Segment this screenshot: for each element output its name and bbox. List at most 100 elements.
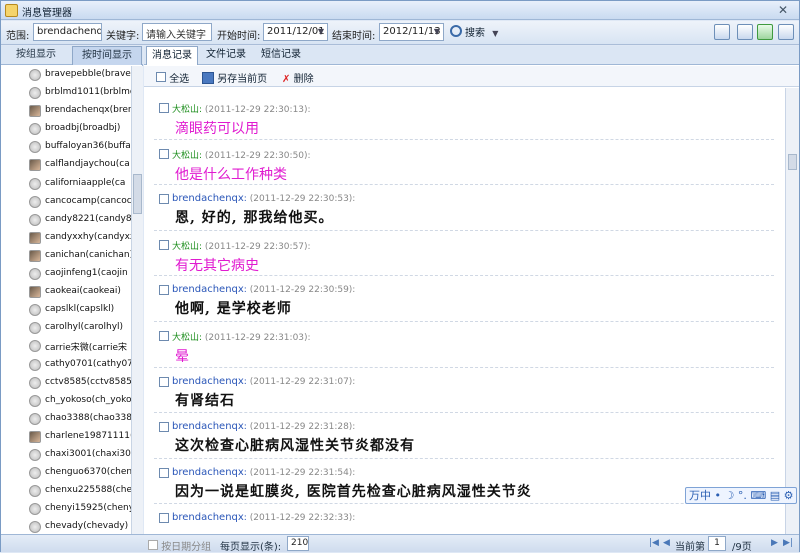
close-icon[interactable]: ✕: [773, 2, 793, 18]
delete-button[interactable]: ✗ 删除: [282, 70, 314, 85]
message-checkbox[interactable]: [159, 331, 169, 341]
scrollbar-thumb[interactable]: [133, 174, 142, 214]
search-dropdown-icon[interactable]: ▼: [492, 29, 498, 38]
avatar: [29, 521, 41, 534]
keyword-input[interactable]: 请输入关键字: [142, 23, 212, 41]
contact-name: cathy0701(cathy070: [45, 358, 131, 369]
contact-item[interactable]: charlene19871111(c: [1, 428, 131, 446]
contact-item[interactable]: chenyi15925(chenyi: [1, 500, 131, 518]
message-item: brendachenqx: (2011-12-29 22:31:54): 因为一说…: [159, 467, 769, 501]
save-page-button[interactable]: 另存当前页: [202, 70, 267, 85]
contact-item[interactable]: californiaapple(ca: [1, 175, 131, 193]
message-item: brendachenqx: (2011-12-29 22:32:33):: [159, 512, 769, 526]
avatar: [29, 340, 41, 353]
contact-item[interactable]: chenxu225588(chenx: [1, 482, 131, 500]
contact-item[interactable]: brblmd1011(brblmd1: [1, 84, 131, 102]
avatar: [29, 286, 41, 299]
contact-name: cancocamp(cancocam: [45, 195, 131, 206]
avatar: [29, 213, 41, 226]
prev-page-icon[interactable]: ◀: [663, 538, 670, 548]
export-icon[interactable]: [714, 24, 730, 40]
contact-item[interactable]: bravepebble(bravepe: [1, 66, 131, 84]
contact-item[interactable]: chenguo6370(chengu: [1, 464, 131, 482]
scrollbar-thumb[interactable]: [788, 154, 797, 170]
contact-item[interactable]: ch_yokoso(ch_yokos: [1, 392, 131, 410]
message-scrollbar[interactable]: [785, 88, 799, 534]
contact-item[interactable]: chaxi3001(chaxi300: [1, 446, 131, 464]
message-separator: [154, 457, 774, 459]
message-checkbox[interactable]: [159, 422, 169, 433]
message-checkbox[interactable]: [159, 103, 169, 113]
message-checkbox[interactable]: [159, 239, 169, 250]
search-label: 搜索: [465, 28, 485, 39]
tab-file-records[interactable]: 文件记录: [202, 46, 250, 65]
avatar: [29, 467, 41, 480]
contact-name: canichan(canichan): [45, 249, 131, 260]
contact-item[interactable]: canichan(canichan): [1, 247, 131, 265]
contact-name: caokeai(caokeai): [45, 286, 121, 297]
contact-item[interactable]: carolhyl(carolhyl): [1, 319, 131, 337]
group-by-date-checkbox[interactable]: 按日期分组: [148, 538, 211, 553]
select-all-checkbox[interactable]: 全选: [156, 70, 189, 85]
message-time: (2011-12-29 22:32:33):: [249, 513, 356, 524]
tab-by-group[interactable]: 按组显示: [1, 46, 71, 65]
per-page-input[interactable]: 210: [287, 536, 309, 551]
message-separator: [154, 412, 774, 414]
contact-item[interactable]: caokeai(caokeai): [1, 283, 131, 301]
message-header: brendachenqx: (2011-12-29 22:32:33):: [159, 512, 769, 524]
contact-list: bravepebble(bravepe brblmd1011(brblmd1 bre…: [1, 66, 131, 534]
contact-item[interactable]: candy8221(candy822: [1, 211, 131, 229]
contact-scrollbar[interactable]: [131, 66, 143, 534]
contact-item[interactable]: caojinfeng1(caojin: [1, 265, 131, 283]
range-input[interactable]: brendachenqx: [33, 23, 102, 41]
contact-item[interactable]: calflandjaychou(ca: [1, 156, 131, 174]
contact-item[interactable]: chao3388(chao3388): [1, 410, 131, 428]
message-checkbox[interactable]: [159, 285, 169, 296]
contact-item[interactable]: capslkl(capslkl): [1, 301, 131, 319]
message-time: (2011-12-29 22:30:59):: [249, 285, 356, 296]
contact-item[interactable]: broadbj(broadbj): [1, 120, 131, 138]
tab-sms-records[interactable]: 短信记录: [256, 46, 306, 65]
ime-toolbar[interactable]: 万中 • ☽ °. ⌨ ▤ ⚙: [685, 487, 797, 504]
end-time-dropdown-icon[interactable]: ▼: [431, 24, 443, 40]
avatar: [29, 358, 41, 371]
message-header: 大松山: (2011-12-29 22:30:50):: [159, 148, 769, 161]
status-bar: 按日期分组 每页显示(条): 210 |◀ ◀ 当前第 1 /9页 ▶ ▶|: [1, 534, 799, 553]
contact-item[interactable]: candyxxhy(candyxxh: [1, 229, 131, 247]
contact-item[interactable]: cancocamp(cancocam: [1, 193, 131, 211]
delete-label: 删除: [293, 74, 314, 85]
contact-name: candyxxhy(candyxxh: [45, 231, 131, 242]
message-checkbox[interactable]: [159, 467, 169, 478]
refresh-icon[interactable]: [757, 24, 773, 40]
tab-message-records[interactable]: 消息记录: [146, 46, 198, 65]
contact-item[interactable]: carrie宋微(carrie宋: [1, 337, 131, 355]
message-checkbox[interactable]: [159, 376, 169, 387]
search-button[interactable]: 搜索 ▼: [450, 24, 498, 41]
last-page-icon[interactable]: ▶|: [783, 538, 793, 548]
import-icon[interactable]: [737, 24, 753, 40]
contact-name: capslkl(capslkl): [45, 304, 115, 315]
tab-by-time[interactable]: 按时间显示: [72, 46, 142, 65]
contact-item[interactable]: chevady(chevady): [1, 518, 131, 534]
contact-item[interactable]: cctv8585(cctv8585): [1, 374, 131, 392]
first-page-icon[interactable]: |◀: [649, 538, 659, 548]
avatar: [29, 141, 41, 154]
contact-name: charlene19871111(c: [45, 430, 131, 441]
avatar: [29, 249, 41, 262]
message-checkbox[interactable]: [159, 513, 169, 524]
message-time: (2011-12-29 22:30:13):: [204, 105, 311, 115]
checkbox-icon: [156, 72, 166, 82]
message-header: 大松山: (2011-12-29 22:30:57):: [159, 239, 769, 252]
contact-item[interactable]: cathy0701(cathy070: [1, 356, 131, 374]
contact-item[interactable]: buffaloyan36(buffa: [1, 138, 131, 156]
message-separator: [154, 321, 774, 322]
next-page-icon[interactable]: ▶: [771, 538, 778, 548]
current-page-input[interactable]: 1: [708, 536, 726, 551]
settings-icon[interactable]: [778, 24, 794, 40]
contact-item[interactable]: brendachenqx(brend: [1, 102, 131, 120]
message-checkbox[interactable]: [159, 194, 169, 205]
start-time-label: 开始时间:: [217, 31, 261, 42]
message-checkbox[interactable]: [159, 148, 169, 159]
contact-tabs: 按组显示 按时间显示: [1, 46, 143, 65]
start-time-dropdown-icon[interactable]: ▼: [315, 24, 327, 40]
